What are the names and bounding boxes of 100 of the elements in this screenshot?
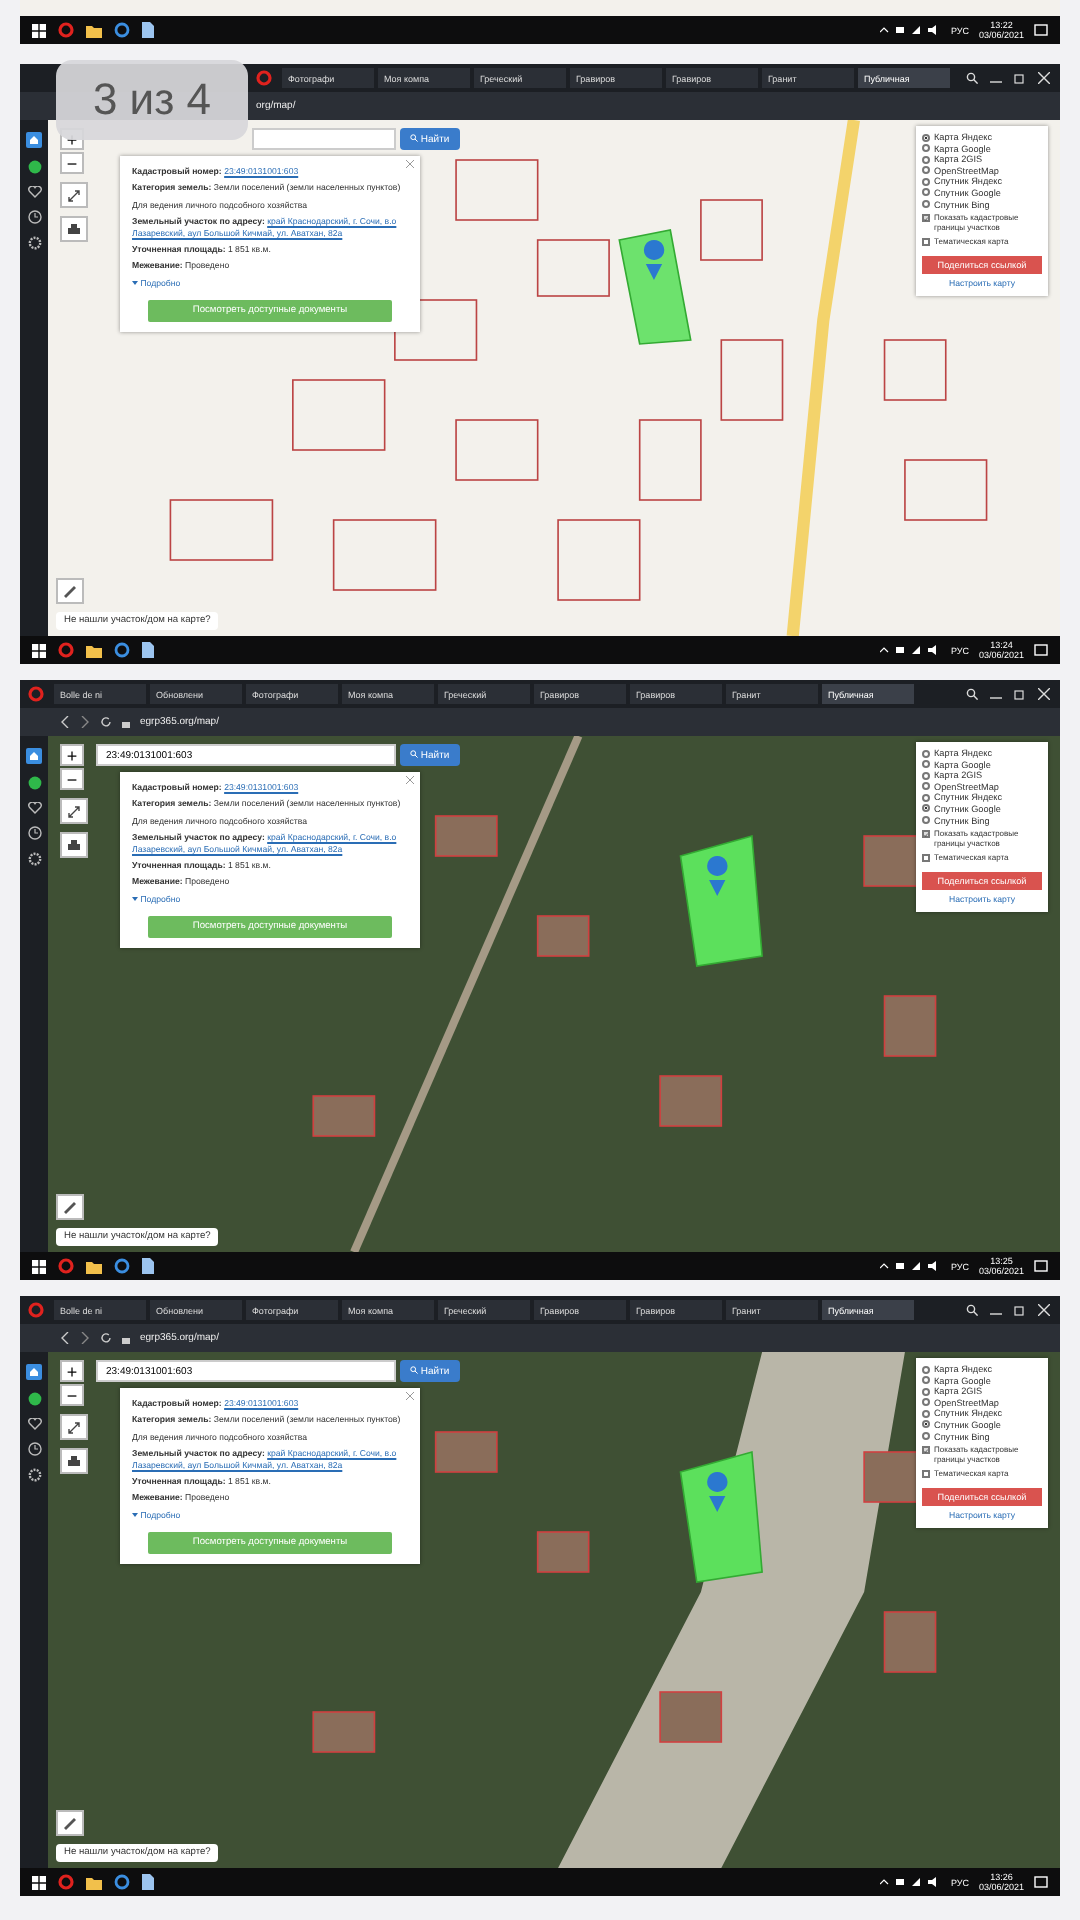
- notification-icon[interactable]: [1034, 1875, 1048, 1889]
- forward-icon[interactable]: [80, 716, 90, 728]
- restore-icon[interactable]: [1014, 72, 1026, 84]
- windows-start-icon[interactable]: [32, 1875, 46, 1889]
- measure-button[interactable]: [56, 1810, 84, 1836]
- folder-icon[interactable]: [86, 1259, 102, 1273]
- search-icon: [410, 133, 418, 141]
- browser-logo-icon[interactable]: [28, 686, 44, 702]
- radio-button[interactable]: [922, 188, 930, 197]
- radio-button[interactable]: [922, 760, 930, 769]
- restore-icon[interactable]: [1014, 688, 1026, 700]
- windows-start-icon[interactable]: [32, 1259, 46, 1273]
- clock-icon[interactable]: [27, 210, 41, 224]
- fullscreen-button[interactable]: [60, 1414, 88, 1440]
- radio-button[interactable]: [922, 1387, 930, 1396]
- back-icon[interactable]: [60, 1332, 70, 1344]
- measure-button[interactable]: [56, 1194, 84, 1220]
- radio-button[interactable]: [922, 1409, 930, 1418]
- tray-icons[interactable]: [880, 644, 941, 656]
- tray-icons[interactable]: [880, 1260, 941, 1272]
- radio-button[interactable]: [922, 771, 930, 780]
- document-icon[interactable]: [142, 22, 154, 38]
- notification-icon[interactable]: [1034, 643, 1048, 657]
- fullscreen-button[interactable]: [60, 798, 88, 824]
- folder-icon[interactable]: [86, 23, 102, 37]
- heart-icon[interactable]: [27, 186, 41, 198]
- checkbox[interactable]: [922, 830, 930, 839]
- radio-button[interactable]: [922, 793, 930, 802]
- tray-icons[interactable]: [880, 1876, 941, 1888]
- document-icon[interactable]: [142, 1874, 154, 1890]
- zoom-button[interactable]: −: [60, 768, 84, 790]
- zoom-button[interactable]: +: [60, 744, 84, 766]
- folder-icon[interactable]: [86, 1875, 102, 1889]
- caret-icon: [132, 279, 138, 286]
- search-icon[interactable]: [966, 688, 978, 700]
- home-icon[interactable]: [26, 748, 42, 764]
- radio-button[interactable]: [922, 144, 930, 153]
- settings-icon[interactable]: [27, 1468, 41, 1482]
- clock-icon[interactable]: [27, 826, 41, 840]
- heart-icon[interactable]: [27, 1418, 41, 1430]
- forward-icon[interactable]: [80, 1332, 90, 1344]
- radio-button[interactable]: [922, 1420, 930, 1429]
- fullscreen-button[interactable]: [60, 182, 88, 208]
- radio-button[interactable]: [922, 749, 930, 757]
- radio-button[interactable]: [922, 782, 930, 791]
- radio-button[interactable]: [922, 1398, 930, 1407]
- radio-button[interactable]: [922, 133, 930, 141]
- zoom-button[interactable]: −: [60, 1384, 84, 1406]
- printer-icon: [68, 839, 80, 851]
- radio-button[interactable]: [922, 1432, 930, 1441]
- browser-taskbar-icon[interactable]: [58, 642, 74, 658]
- checkbox[interactable]: [922, 1470, 930, 1479]
- clock-icon[interactable]: [27, 1442, 41, 1456]
- reload-icon[interactable]: [100, 1332, 112, 1344]
- browser-logo-icon[interactable]: [256, 70, 272, 86]
- radio-button[interactable]: [922, 1365, 930, 1373]
- printer-icon: [68, 223, 80, 235]
- radio-button[interactable]: [922, 804, 930, 813]
- search-field[interactable]: [252, 128, 396, 150]
- windows-start-icon[interactable]: [32, 643, 46, 657]
- radio-button[interactable]: [922, 166, 930, 175]
- search-icon[interactable]: [966, 1304, 978, 1316]
- browser-logo-icon[interactable]: [28, 1302, 44, 1318]
- browser-taskbar-icon[interactable]: [58, 1874, 74, 1890]
- print-button[interactable]: [60, 216, 88, 242]
- notification-icon[interactable]: [1034, 1259, 1048, 1273]
- radio-button[interactable]: [922, 155, 930, 164]
- expand-arrows-icon: [68, 805, 80, 817]
- ruler-icon: [64, 1817, 76, 1829]
- browser-taskbar-icon[interactable]: [58, 1258, 74, 1274]
- checkbox[interactable]: [922, 1446, 930, 1455]
- home-icon[interactable]: [26, 1364, 42, 1380]
- settings-icon[interactable]: [27, 236, 41, 250]
- zoom-button[interactable]: −: [60, 152, 84, 174]
- ruler-icon: [64, 585, 76, 597]
- browser-taskbar-icon[interactable]: [58, 22, 74, 38]
- notification-icon[interactable]: [1034, 23, 1048, 37]
- search-icon[interactable]: [966, 72, 978, 84]
- document-icon[interactable]: [142, 1258, 154, 1274]
- windows-start-icon[interactable]: [32, 23, 46, 37]
- checkbox[interactable]: [922, 854, 930, 863]
- home-icon[interactable]: [26, 132, 42, 148]
- checkbox[interactable]: [922, 214, 930, 223]
- zoom-button[interactable]: +: [60, 1360, 84, 1382]
- print-button[interactable]: [60, 1448, 88, 1474]
- checkbox[interactable]: [922, 238, 930, 247]
- radio-button[interactable]: [922, 200, 930, 209]
- reload-icon[interactable]: [100, 716, 112, 728]
- back-icon[interactable]: [60, 716, 70, 728]
- radio-button[interactable]: [922, 816, 930, 825]
- measure-button[interactable]: [56, 578, 84, 604]
- heart-icon[interactable]: [27, 802, 41, 814]
- restore-icon[interactable]: [1014, 1304, 1026, 1316]
- radio-button[interactable]: [922, 177, 930, 186]
- tray-icons[interactable]: [880, 24, 941, 36]
- folder-icon[interactable]: [86, 643, 102, 657]
- document-icon[interactable]: [142, 642, 154, 658]
- print-button[interactable]: [60, 832, 88, 858]
- settings-icon[interactable]: [27, 852, 41, 866]
- radio-button[interactable]: [922, 1376, 930, 1385]
